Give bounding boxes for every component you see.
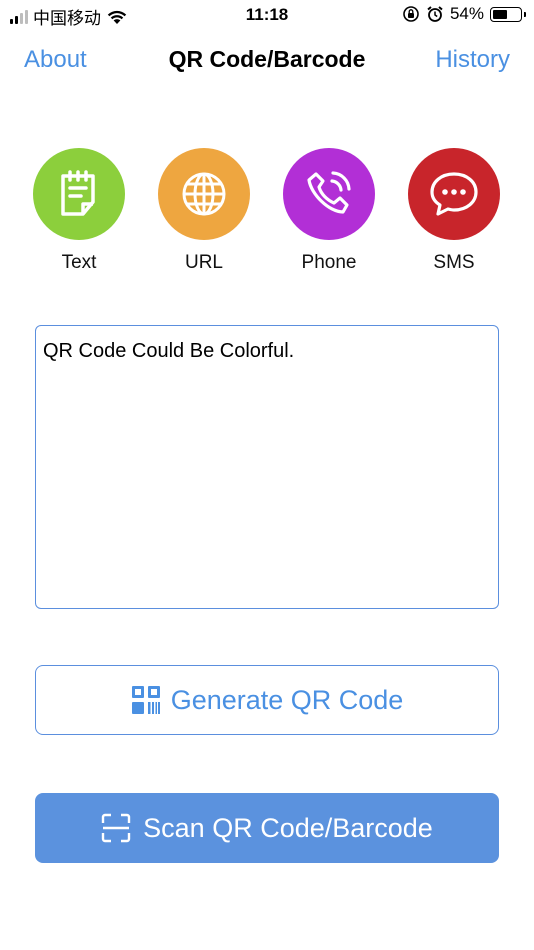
category-label-text: Text xyxy=(61,252,97,273)
status-bar: 中国移动 11:18 54% xyxy=(0,0,534,32)
generate-button-label: Generate QR Code xyxy=(170,684,404,715)
note-icon xyxy=(61,170,95,216)
qr-code-icon xyxy=(131,686,160,714)
alarm-icon xyxy=(427,6,443,22)
chat-bubble-icon xyxy=(430,172,478,216)
qr-content-input[interactable]: QR Code Could Be Colorful. xyxy=(35,325,499,609)
category-label-phone: Phone xyxy=(301,252,357,273)
scan-qr-button[interactable]: Scan QR Code/Barcode xyxy=(35,793,499,863)
category-label-sms: SMS xyxy=(433,252,475,273)
category-label-url: URL xyxy=(184,252,223,273)
scan-button-label: Scan QR Code/Barcode xyxy=(143,812,433,843)
sms-category-circle[interactable] xyxy=(408,148,500,240)
text-category-circle[interactable] xyxy=(33,148,125,240)
battery-icon xyxy=(490,6,526,22)
generate-qr-button[interactable]: Generate QR Code xyxy=(35,665,499,735)
globe-icon xyxy=(182,172,226,216)
category-sms[interactable]: SMS xyxy=(404,148,504,274)
navigation-bar: About QR Code/Barcode History xyxy=(0,40,534,84)
history-button[interactable]: History xyxy=(435,46,510,74)
status-right: 54% xyxy=(402,4,526,24)
phone-icon xyxy=(307,171,351,214)
category-url[interactable]: URL xyxy=(154,148,254,274)
category-text[interactable]: Text xyxy=(29,148,129,274)
battery-percent: 54% xyxy=(449,4,484,23)
scan-frame-icon xyxy=(101,813,131,843)
orientation-lock-icon xyxy=(403,6,419,22)
phone-category-circle[interactable] xyxy=(283,148,375,240)
category-phone[interactable]: Phone xyxy=(279,148,379,274)
url-category-circle[interactable] xyxy=(158,148,250,240)
